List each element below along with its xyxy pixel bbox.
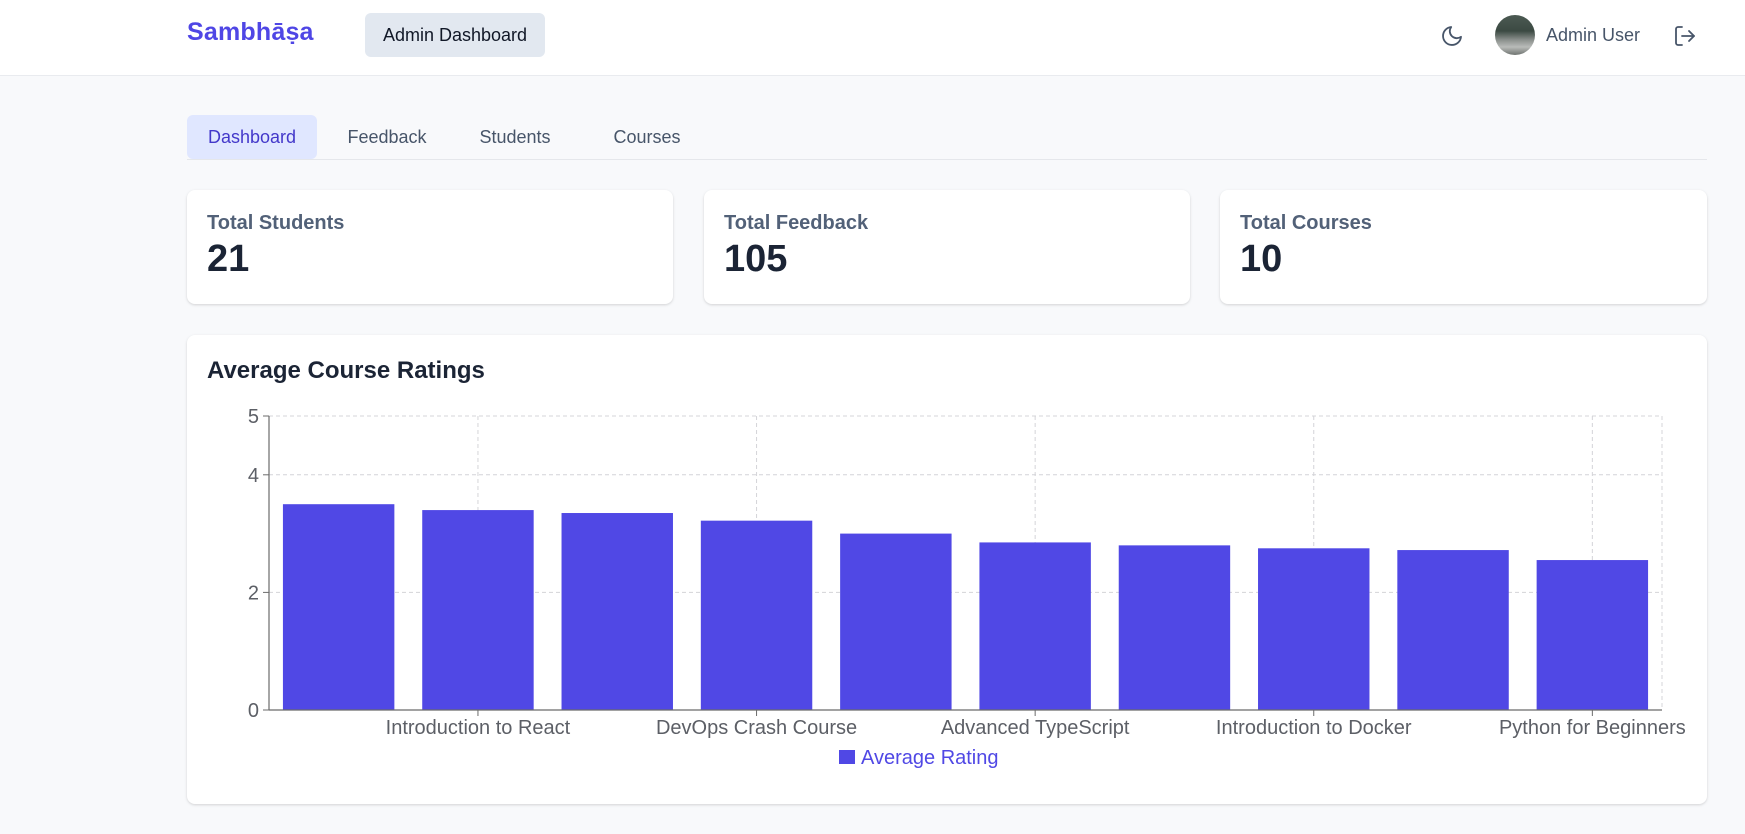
- user-name: Admin User: [1546, 25, 1641, 45]
- chart-bar: [1397, 550, 1509, 710]
- x-tick-label: Introduction to React: [386, 717, 571, 739]
- stat-card-courses: Total Courses 10: [1220, 190, 1707, 304]
- role-badge: Admin Dashboard: [365, 13, 545, 57]
- stat-value: 21: [207, 238, 250, 280]
- logout-icon[interactable]: [1671, 22, 1699, 50]
- stat-card-feedback: Total Feedback 105: [704, 190, 1190, 304]
- stat-label: Total Students: [207, 212, 345, 234]
- legend-label: Average Rating: [861, 747, 999, 769]
- chart-bar: [1536, 560, 1649, 710]
- y-tick-label: 2: [248, 582, 259, 604]
- stat-value: 105: [724, 238, 788, 280]
- chart-bar: [700, 520, 813, 710]
- chart-bar: [561, 513, 673, 710]
- tab-students[interactable]: Students: [467, 115, 563, 159]
- tab-courses[interactable]: Courses: [601, 115, 693, 159]
- y-tick-label: 4: [248, 465, 259, 487]
- x-tick-label: Advanced TypeScript: [941, 717, 1130, 739]
- x-tick-label: Introduction to Docker: [1216, 717, 1412, 739]
- y-tick-label: 0: [248, 700, 259, 722]
- chart-card: Average Course Ratings 0 2 4 5 Introduction …: [187, 335, 1707, 804]
- chart-bar: [282, 504, 395, 710]
- moon-icon[interactable]: [1438, 22, 1466, 50]
- tab-feedback[interactable]: Feedback: [339, 115, 435, 159]
- bar-chart: 0 2 4 5 Introduction to React DevOps Crash Co…: [248, 406, 1686, 769]
- x-tick-label: DevOps Crash Course: [656, 717, 857, 739]
- y-tick-label: 5: [248, 406, 259, 428]
- x-tick-label: Python for Beginners: [1499, 717, 1686, 739]
- avatar[interactable]: [1495, 15, 1535, 55]
- chart-bar: [979, 542, 1091, 710]
- chart-bar: [422, 510, 534, 710]
- top-navbar: Sambhāṣa Admin Dashboard Admin User: [0, 0, 1745, 76]
- chart-bar: [840, 533, 952, 710]
- stat-card-students: Total Students 21: [187, 190, 673, 304]
- brand-logo[interactable]: Sambhāṣa: [187, 18, 314, 47]
- stat-label: Total Feedback: [724, 212, 869, 234]
- tab-dashboard[interactable]: Dashboard: [187, 115, 317, 159]
- main-tabs: Dashboard Feedback Students Courses: [187, 115, 1707, 160]
- legend-swatch: [839, 750, 855, 764]
- chart-bar: [1118, 545, 1231, 710]
- stat-value: 10: [1240, 238, 1283, 280]
- chart-bar: [1258, 548, 1370, 710]
- stat-label: Total Courses: [1240, 212, 1372, 234]
